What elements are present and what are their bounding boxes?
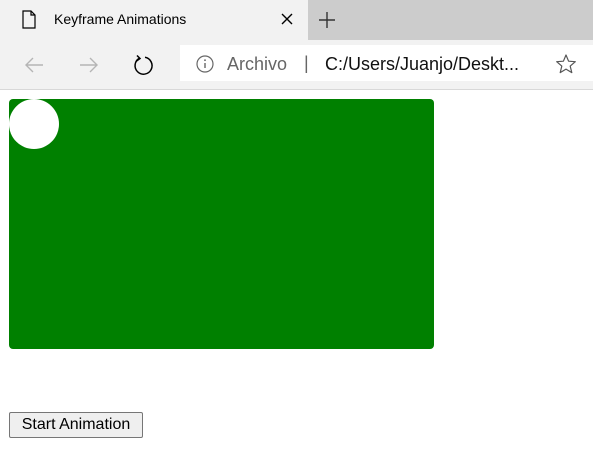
navigation-bar: Archivo | C:/Users/Juanjo/Deskt... <box>0 40 593 90</box>
active-tab[interactable]: Keyframe Animations <box>0 0 308 40</box>
new-tab-icon[interactable] <box>317 10 337 30</box>
animation-stage <box>9 99 434 349</box>
star-icon[interactable] <box>555 53 577 75</box>
animated-ball <box>9 99 59 149</box>
refresh-icon[interactable] <box>131 53 155 77</box>
info-icon[interactable] <box>196 55 214 73</box>
forward-arrow-icon[interactable] <box>77 53 101 77</box>
address-bar[interactable]: Archivo | C:/Users/Juanjo/Deskt... <box>180 45 593 81</box>
start-animation-button[interactable]: Start Animation <box>9 412 143 438</box>
tab-title: Keyframe Animations <box>54 11 187 27</box>
address-separator: | <box>304 53 309 73</box>
close-icon[interactable] <box>280 12 294 26</box>
tab-strip: Keyframe Animations <box>0 0 593 40</box>
address-scheme-label: Archivo <box>227 54 288 74</box>
page-icon <box>22 10 36 29</box>
back-arrow-icon[interactable] <box>22 53 46 77</box>
address-url[interactable]: C:/Users/Juanjo/Deskt... <box>325 54 519 75</box>
